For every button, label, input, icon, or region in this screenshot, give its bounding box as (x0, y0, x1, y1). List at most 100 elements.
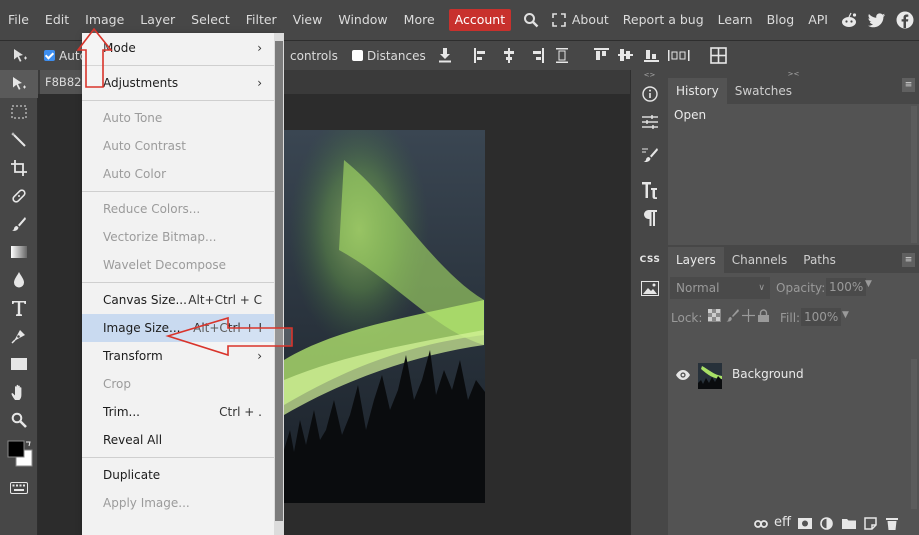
download-icon[interactable] (438, 48, 452, 66)
menu-file[interactable]: File (0, 0, 37, 40)
learn-link[interactable]: Learn (711, 0, 760, 40)
mask-icon[interactable] (798, 518, 812, 532)
reddit-icon[interactable] (835, 0, 863, 40)
blend-mode-select[interactable]: Normal ∨ (670, 277, 770, 299)
color-swatches-icon[interactable] (0, 434, 38, 474)
menu-item-transform[interactable]: Transform › (82, 342, 274, 370)
tab-swatches[interactable]: Swatches (727, 78, 800, 104)
opacity-dropdown-icon[interactable]: ▼ (865, 279, 872, 289)
marquee-tool-icon[interactable] (0, 98, 38, 126)
paragraph-icon[interactable] (631, 204, 669, 232)
eye-icon[interactable] (676, 369, 690, 383)
distances-checkbox[interactable]: Distances (352, 49, 426, 63)
layer-row[interactable]: Background (668, 359, 908, 393)
fill-input[interactable]: 100% (801, 308, 842, 326)
menu-item-label: Auto Contrast (103, 139, 186, 153)
twitter-icon[interactable] (863, 0, 891, 40)
menu-item-duplicate[interactable]: Duplicate (82, 461, 274, 489)
menu-more[interactable]: More (396, 0, 443, 40)
menu-item-trim[interactable]: Trim... Ctrl + . (82, 398, 274, 426)
folder-icon[interactable] (842, 518, 856, 532)
menu-item-apply-image[interactable]: Apply Image... (82, 489, 274, 517)
hand-tool-icon[interactable] (0, 378, 38, 406)
panel-menu-icon[interactable]: ≡ (902, 78, 915, 92)
zoom-tool-icon[interactable] (0, 406, 38, 434)
align-middle-icon[interactable] (618, 48, 633, 65)
account-button[interactable]: Account (448, 9, 512, 31)
brush-tool-icon[interactable] (0, 210, 38, 238)
api-link[interactable]: API (801, 0, 835, 40)
lock-paint-icon[interactable] (726, 309, 739, 325)
link-icon[interactable] (754, 518, 768, 532)
info-icon[interactable] (631, 80, 669, 108)
blog-link[interactable]: Blog (760, 0, 802, 40)
menu-item-reduce-colors[interactable]: Reduce Colors... (82, 195, 274, 223)
shape-tool-icon[interactable] (0, 350, 38, 378)
menu-item-vectorize-bitmap[interactable]: Vectorize Bitmap... (82, 223, 274, 251)
about-link[interactable]: About (565, 0, 616, 40)
gradient-tool-icon[interactable] (0, 238, 38, 266)
menu-edit[interactable]: Edit (37, 0, 77, 40)
auto-select-checkbox[interactable]: Auto (44, 49, 87, 63)
lock-transparency-icon[interactable] (708, 309, 721, 325)
image-library-icon[interactable] (631, 274, 669, 302)
character-icon[interactable] (631, 176, 669, 204)
align-left-icon[interactable] (474, 48, 488, 66)
align-center-icon[interactable] (502, 48, 516, 66)
crop-tool-icon[interactable] (0, 154, 38, 182)
document-tab[interactable]: F8B82 (40, 70, 82, 94)
lock-all-icon[interactable] (758, 309, 769, 325)
healing-tool-icon[interactable] (0, 182, 38, 210)
tab-paths[interactable]: Paths (795, 247, 844, 273)
pen-tool-icon[interactable] (0, 322, 38, 350)
menu-item-image-size[interactable]: Image Size... Alt+Ctrl + I (82, 314, 274, 342)
effects-icon[interactable]: eff (774, 515, 791, 530)
history-entry[interactable]: Open (674, 108, 913, 122)
lock-move-icon[interactable] (742, 309, 755, 325)
properties-icon[interactable] (631, 108, 669, 136)
search-icon[interactable] (517, 0, 545, 40)
type-tool-icon[interactable] (0, 294, 38, 322)
adjustment-icon[interactable] (820, 517, 833, 533)
collapse-arrows-icon[interactable]: <> (631, 70, 668, 80)
magic-wand-tool-icon[interactable] (0, 126, 38, 154)
trash-icon[interactable] (886, 517, 898, 533)
menu-item-auto-color[interactable]: Auto Color (82, 160, 274, 188)
move-tool-icon[interactable] (0, 70, 38, 98)
menu-scrollbar[interactable] (274, 33, 284, 535)
fill-dropdown-icon[interactable]: ▼ (842, 310, 849, 320)
tab-history[interactable]: History (668, 78, 727, 104)
menu-view[interactable]: View (285, 0, 331, 40)
align-top-icon[interactable] (594, 48, 609, 65)
menu-item-mode[interactable]: Mode › (82, 34, 274, 62)
layers-scrollbar[interactable] (911, 359, 917, 509)
facebook-icon[interactable] (891, 0, 919, 40)
menu-item-canvas-size[interactable]: Canvas Size... Alt+Ctrl + C (82, 286, 274, 314)
menu-window[interactable]: Window (330, 0, 395, 40)
css-icon[interactable]: CSS (631, 246, 669, 274)
panel-menu-icon[interactable]: ≡ (902, 253, 915, 267)
distribute-h-icon[interactable] (668, 50, 690, 64)
align-right-icon[interactable] (530, 48, 544, 66)
brush-settings-icon[interactable] (631, 142, 669, 170)
tab-layers[interactable]: Layers (668, 247, 724, 273)
align-bottom-icon[interactable] (644, 48, 659, 65)
blur-tool-icon[interactable] (0, 266, 38, 294)
new-layer-icon[interactable] (864, 517, 877, 533)
report-bug-link[interactable]: Report a bug (616, 0, 711, 40)
tab-channels[interactable]: Channels (724, 247, 796, 273)
menu-scrollbar-thumb[interactable] (275, 41, 283, 521)
grid-icon[interactable] (710, 47, 727, 67)
menu-item-crop[interactable]: Crop (82, 370, 274, 398)
menu-item-reveal-all[interactable]: Reveal All (82, 426, 274, 454)
menu-item-adjustments[interactable]: Adjustments › (82, 69, 274, 97)
menu-item-wavelet-decompose[interactable]: Wavelet Decompose (82, 251, 274, 279)
transform-controls-label[interactable]: controls (290, 49, 338, 63)
distribute-icon[interactable] (556, 48, 568, 66)
opacity-input[interactable]: 100% (826, 278, 867, 296)
history-scrollbar[interactable] (911, 106, 917, 243)
panel-collapse-icon[interactable]: >< (668, 70, 919, 78)
keyboard-icon[interactable] (0, 474, 38, 502)
menu-item-auto-contrast[interactable]: Auto Contrast (82, 132, 274, 160)
menu-item-auto-tone[interactable]: Auto Tone (82, 104, 274, 132)
